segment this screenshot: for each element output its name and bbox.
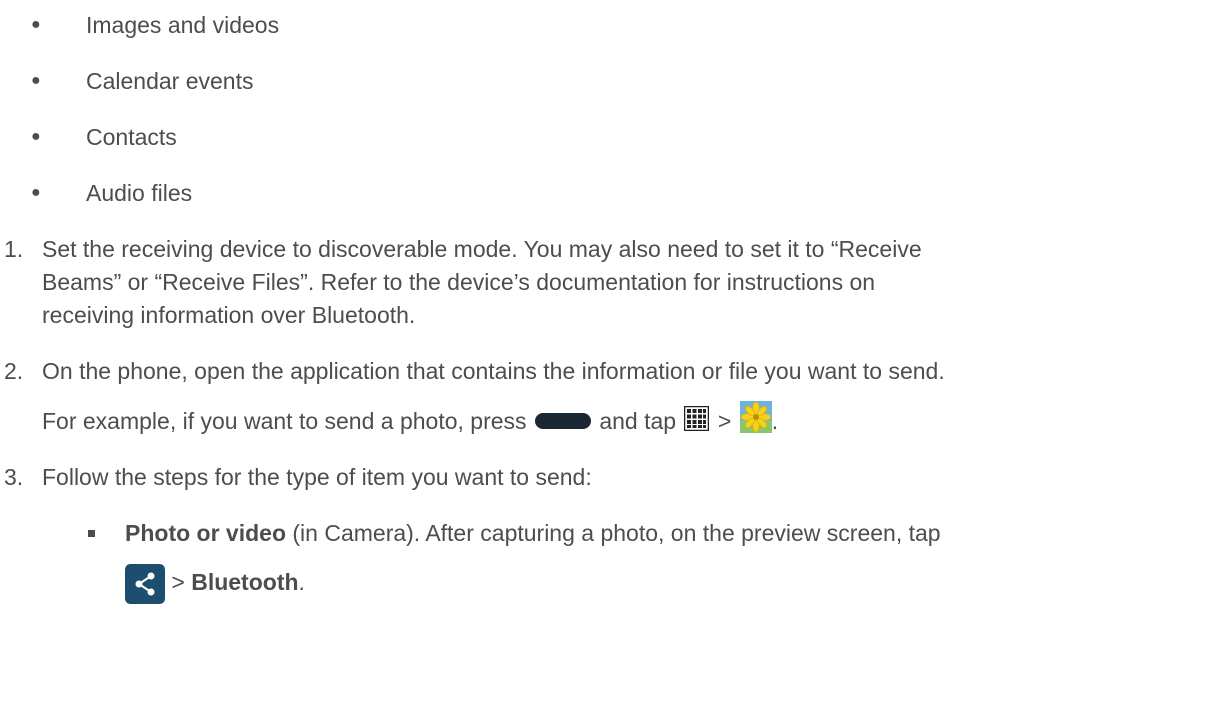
sub-item-end: .	[298, 569, 305, 595]
square-bullet	[88, 530, 95, 537]
home-key-icon	[534, 412, 591, 429]
example-separator: >	[717, 408, 732, 434]
share-icon	[125, 563, 165, 604]
step-text-line: receiving information over Bluetooth.	[42, 302, 416, 328]
bullet-dot: ●	[31, 72, 41, 89]
bullet-dot: ●	[31, 184, 41, 201]
example-end: .	[771, 408, 779, 434]
step-number: 1.	[4, 236, 24, 262]
sub-item-line: Photo or video (in Camera). After captur…	[125, 516, 941, 550]
step-text-line: Set the receiving device to discoverable…	[42, 236, 922, 262]
step-number: 3.	[4, 464, 24, 490]
gallery-icon	[739, 400, 772, 433]
sub-item-separator: >	[171, 569, 185, 595]
step-text-line: Beams” or “Receive Files”. Refer to the …	[42, 269, 876, 295]
bullet-text: Contacts	[86, 124, 177, 150]
example-mid: and tap	[599, 408, 677, 434]
sub-item-text: (in Camera). After capturing a photo, on…	[286, 520, 941, 546]
bullet-text: Calendar events	[86, 68, 254, 94]
step-text-line: Follow the steps for the type of item yo…	[42, 464, 592, 490]
sub-item-bold-2: Bluetooth	[191, 569, 299, 595]
example-prefix: For example, if you want to send a photo…	[42, 408, 527, 434]
step-text-line: On the phone, open the application that …	[42, 358, 945, 384]
step-example-line: For example, if you want to send a photo…	[42, 400, 1212, 439]
bullet-text: Images and videos	[86, 12, 280, 38]
step-number: 2.	[4, 358, 24, 384]
bullet-dot: ●	[31, 16, 41, 33]
bullet-dot: ●	[31, 128, 41, 145]
sub-item-line-2: > Bluetooth.	[125, 560, 305, 604]
apps-grid-icon	[684, 406, 710, 432]
bullet-text: Audio files	[86, 180, 193, 206]
sub-item-bold: Photo or video	[125, 520, 286, 546]
